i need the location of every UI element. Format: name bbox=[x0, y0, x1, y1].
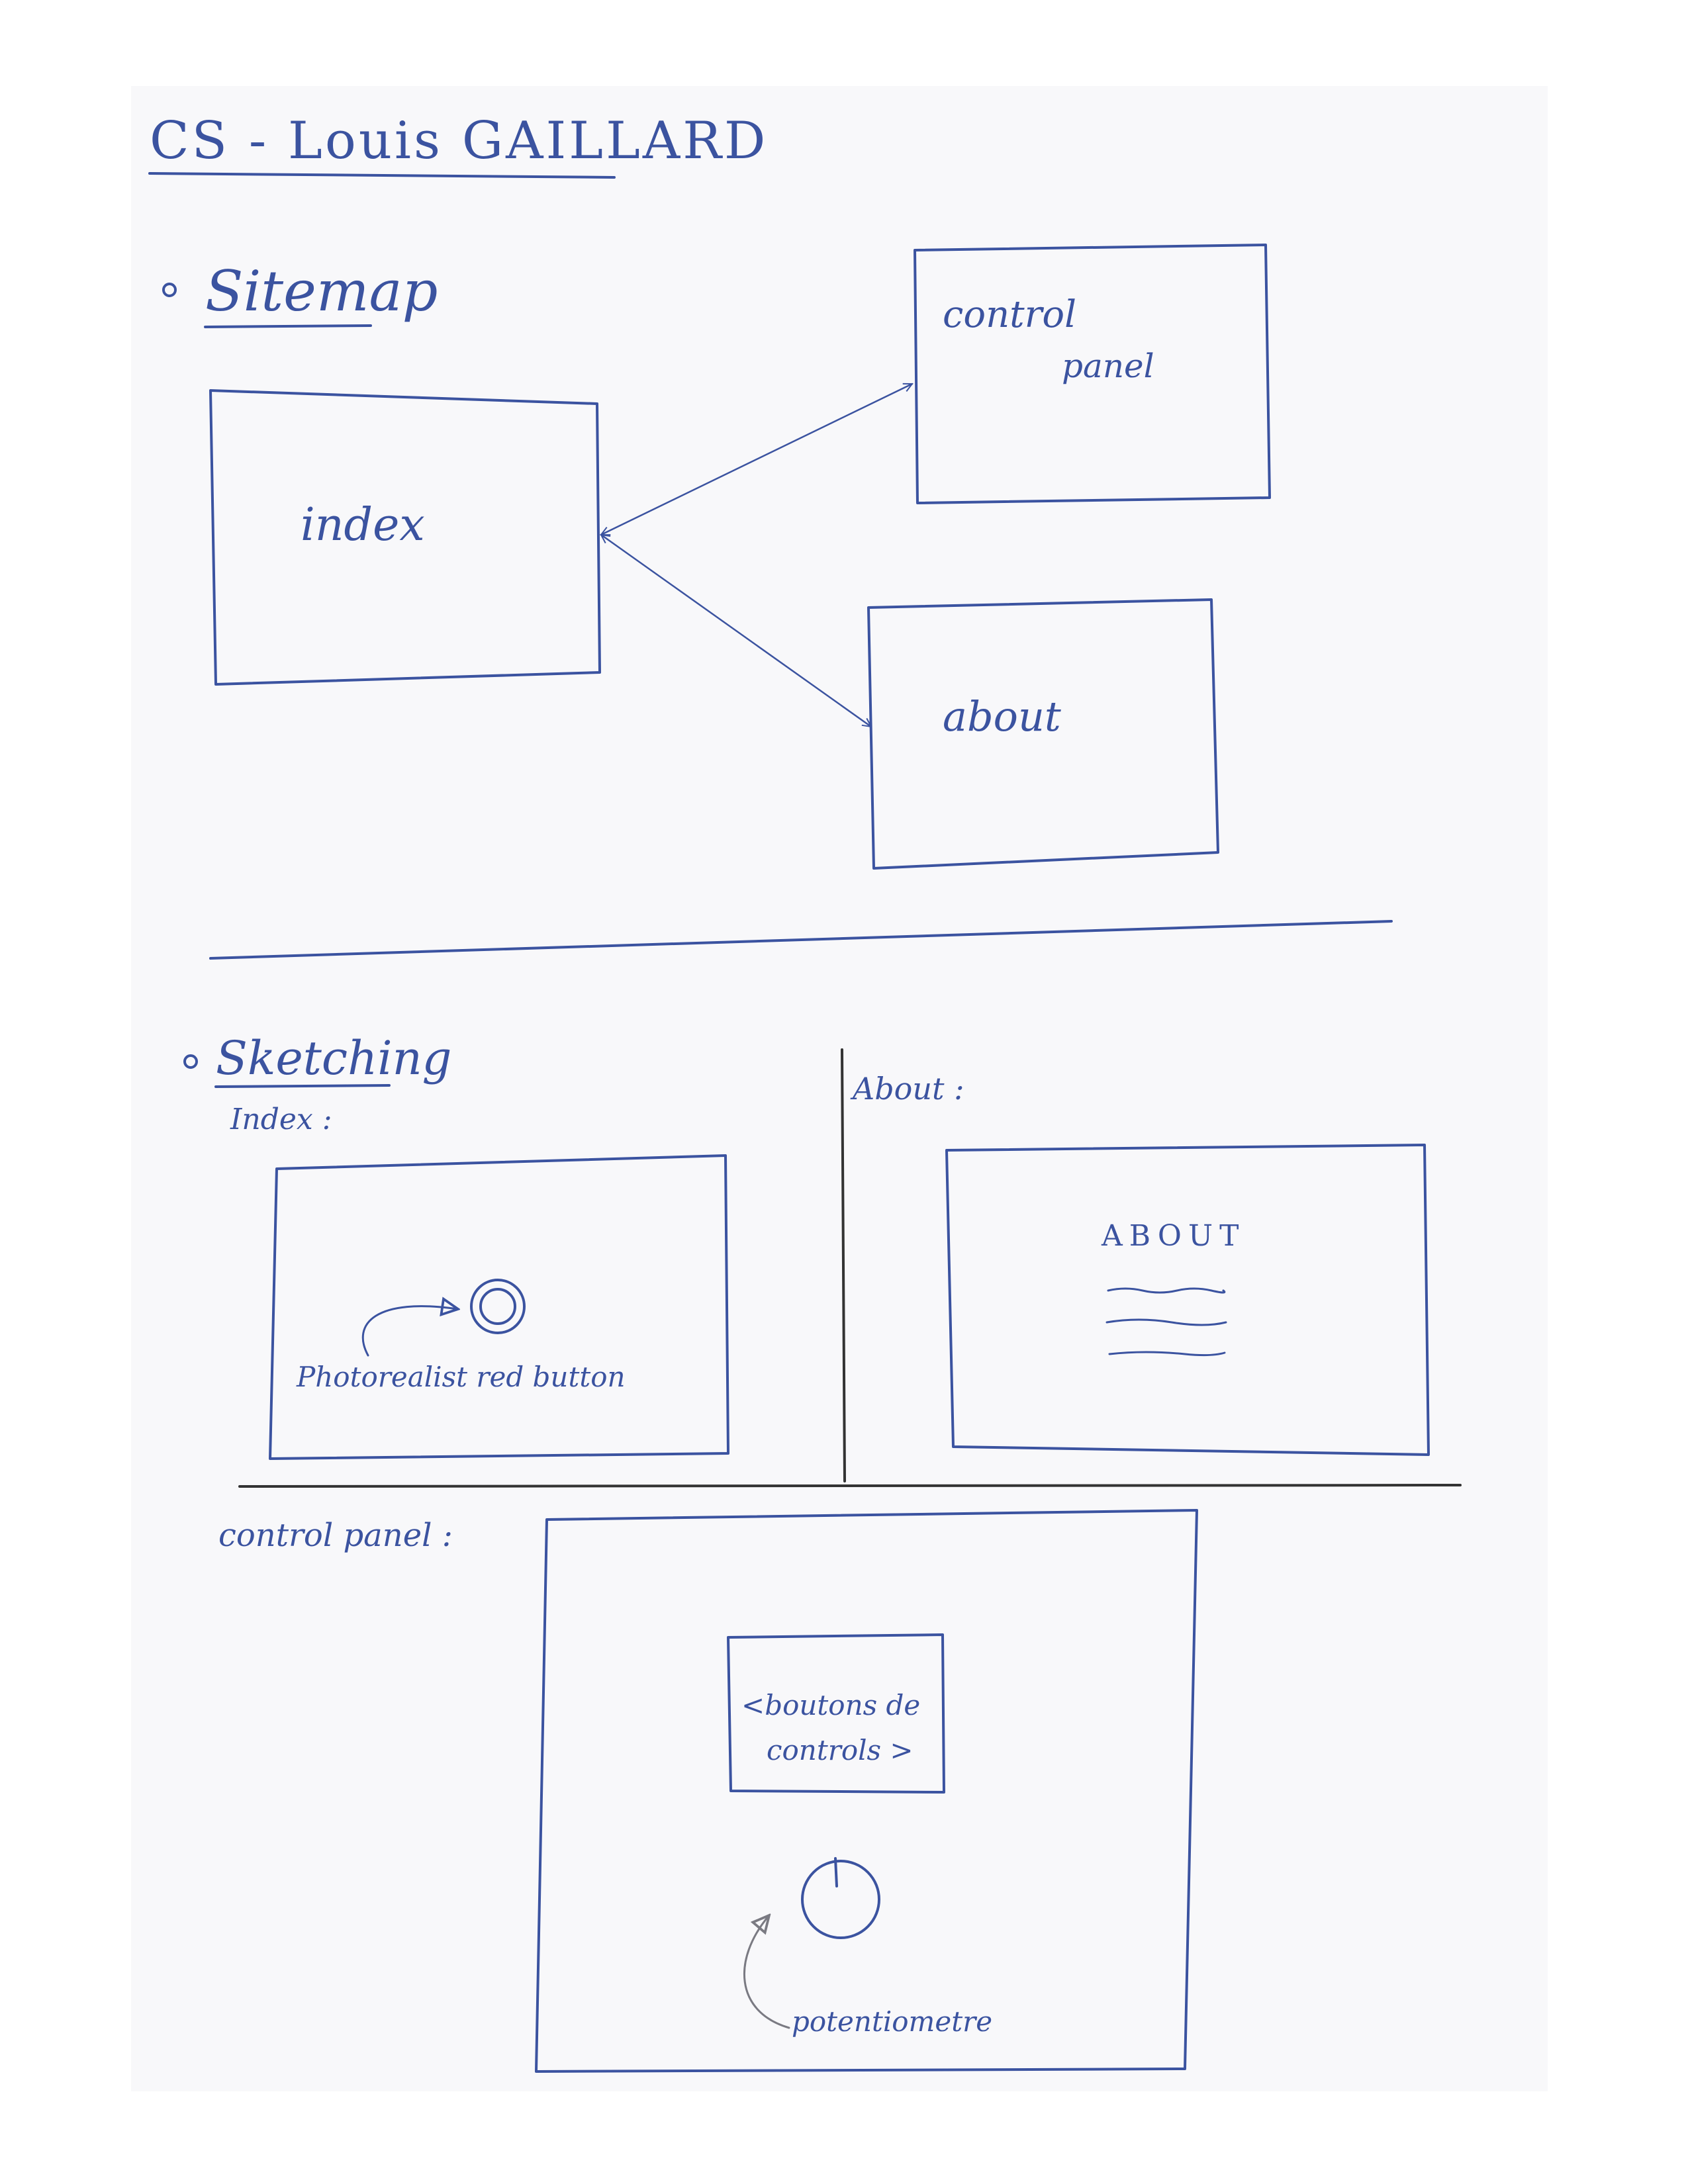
sketching-heading-underline bbox=[214, 1084, 391, 1088]
about-wireframe-box bbox=[945, 1144, 1430, 1456]
title-underline bbox=[148, 172, 616, 179]
sitemap-node-index-label: index bbox=[301, 499, 425, 551]
sitemap-heading-underline bbox=[204, 324, 372, 328]
edge-index-about bbox=[601, 535, 871, 727]
red-button-annotation-arrow bbox=[361, 1306, 458, 1357]
sketch-divider-vertical bbox=[841, 1048, 846, 1482]
sitemap-node-control-panel-label-1: control bbox=[943, 293, 1077, 336]
sitemap-node-about-label: about bbox=[943, 692, 1061, 741]
sketch-about-label: About : bbox=[853, 1071, 964, 1107]
control-buttons-label-2: controls > bbox=[767, 1734, 914, 1766]
red-button-annotation: Photorealist red button bbox=[297, 1361, 626, 1393]
sitemap-heading: Sitemap bbox=[205, 259, 438, 324]
sketching-bullet bbox=[183, 1054, 198, 1069]
red-button-inner bbox=[479, 1288, 516, 1325]
section-divider bbox=[209, 920, 1393, 960]
sitemap-node-control-panel-label-2: panel bbox=[1062, 347, 1154, 385]
diagram-drawing bbox=[148, 172, 1462, 2073]
index-wireframe-box bbox=[269, 1154, 729, 1460]
about-text-line bbox=[1107, 1287, 1226, 1294]
potentiometer-annotation-arrow bbox=[743, 1915, 790, 2029]
sketch-control-panel-label: control panel : bbox=[218, 1517, 453, 1554]
potentiometer-indicator bbox=[834, 1857, 838, 1888]
control-buttons-label-1: <boutons de bbox=[741, 1689, 921, 1721]
edge-index-control-panel bbox=[601, 383, 912, 536]
potentiometer-annotation: potentiometre bbox=[792, 2005, 993, 2038]
sketching-heading: Sketching bbox=[216, 1031, 452, 1085]
about-text-line bbox=[1105, 1318, 1227, 1326]
sketch-index-label: Index : bbox=[230, 1103, 332, 1136]
potentiometer-dial bbox=[801, 1860, 880, 1939]
page-title: CS - Louis GAILLARD bbox=[150, 111, 769, 171]
sitemap-bullet bbox=[162, 283, 177, 297]
about-wireframe-heading: ABOUT bbox=[1102, 1219, 1246, 1253]
about-text-line bbox=[1108, 1351, 1226, 1357]
sketch-divider-horizontal bbox=[238, 1484, 1462, 1488]
